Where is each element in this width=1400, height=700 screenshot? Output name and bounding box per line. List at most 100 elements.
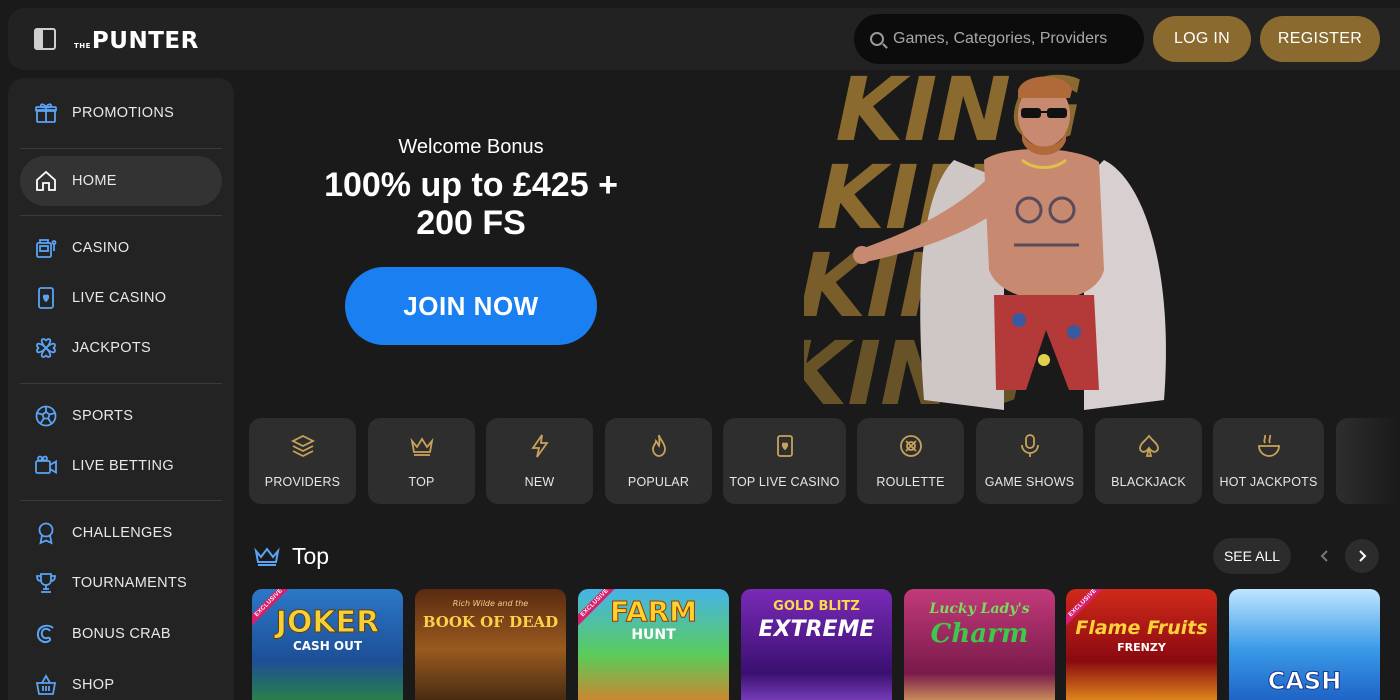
logo-small-text: THE [74,42,91,50]
lightning-icon [527,433,553,459]
divider [20,215,222,216]
game-tile-book-of-dead[interactable]: Rich Wilde and the BOOK OF DEAD [415,589,566,700]
hero-subtitle: Welcome Bonus [398,136,544,158]
category-top[interactable]: TOP [368,418,475,504]
roulette-icon [898,433,924,459]
game-tile-lucky-ladys-charm[interactable]: Lucky Lady's Charm [904,589,1055,700]
category-strip: PROVIDERS TOP NEW POPULAR TOP LIVE CASIN… [249,418,1400,504]
sidebar-toggle-icon[interactable] [34,28,56,50]
game-tile-subtitle: GOLD BLITZ [773,599,860,614]
sidebar-item-label: PROMOTIONS [72,105,175,121]
hero-title-line-2: 200 FS [416,204,526,242]
category-label: PROVIDERS [264,475,341,489]
site-logo[interactable]: THE PUNTER [74,24,199,54]
crown-icon [254,543,280,569]
hot-pot-icon [1256,433,1282,459]
sidebar-item-label: LIVE BETTING [72,458,174,474]
top-header: THE PUNTER LOG IN REGISTER [8,8,1400,70]
game-tile-flame-fruits-frenzy[interactable]: EXCLUSIVE Flame Fruits FRENZY [1066,589,1217,700]
hero-character-illustration: KING KING KING KING [804,70,1166,410]
divider [20,148,222,149]
category-popular[interactable]: POPULAR [605,418,712,504]
game-tile-joker[interactable]: EXCLUSIVE JOKER CASH OUT [252,589,403,700]
join-now-button[interactable]: JOIN NOW [345,267,597,345]
category-label: GAME SHOWS [984,475,1075,489]
sidebar-item-label: SPORTS [72,408,134,424]
sidebar-item-promotions[interactable]: PROMOTIONS [20,88,222,138]
login-button[interactable]: LOG IN [1153,16,1251,62]
divider [20,383,222,384]
sidebar-item-bonus-crab[interactable]: BONUS CRAB [20,609,222,659]
category-label: NEW [524,475,555,489]
category-overflow-fade [1336,418,1400,504]
sidebar-item-label: TOURNAMENTS [72,575,188,591]
category-game-shows[interactable]: GAME SHOWS [976,418,1083,504]
logo-main-text: PUNTER [91,28,199,54]
section-title: Top [292,542,330,569]
sidebar-item-label: BONUS CRAB [72,626,171,642]
game-tile-subtitle: FRENZY [1117,641,1166,654]
game-tile-cash-grab[interactable]: CASH [1229,589,1380,700]
category-hot-jackpots[interactable]: HOT JACKPOTS [1213,418,1324,504]
category-label: POPULAR [627,475,690,489]
carousel-next-button[interactable] [1345,539,1379,573]
sidebar-item-live-casino[interactable]: LIVE CASINO [20,273,222,323]
register-button[interactable]: REGISTER [1260,16,1380,62]
sidebar-item-casino[interactable]: CASINO [20,223,222,273]
crab-claw-icon [34,622,58,646]
category-roulette[interactable]: ROULETTE [857,418,964,504]
sidebar-item-jackpots[interactable]: JACKPOTS [20,323,222,373]
sidebar: PROMOTIONS HOME CASINO LIVE CASINO JACKP… [8,78,234,700]
sidebar-item-challenges[interactable]: CHALLENGES [20,508,222,558]
sidebar-item-shop[interactable]: SHOP [20,660,222,700]
game-tile-title: CASH [1267,667,1342,696]
slot-machine-icon [34,236,58,260]
game-tile-subtitle: HUNT [631,627,676,643]
category-blackjack[interactable]: BLACKJACK [1095,418,1202,504]
sidebar-item-label: HOME [72,173,117,189]
game-tile-title: BOOK OF DEAD [422,613,559,631]
game-tile-title: JOKER [275,605,380,641]
category-label: HOT JACKPOTS [1219,475,1318,489]
hero-title-line-1: 100% up to £425 + [324,166,618,204]
game-tile-subtitle: CASH OUT [292,639,363,653]
sidebar-item-sports[interactable]: SPORTS [20,391,222,441]
game-tile-title: Charm [930,619,1029,649]
sidebar-item-home[interactable]: HOME [20,156,222,206]
playing-card-icon [772,433,798,459]
game-tile-farm-hunt[interactable]: EXCLUSIVE FARM HUNT [578,589,729,700]
category-label: TOP [408,475,435,489]
see-all-button[interactable]: SEE ALL [1213,538,1291,574]
chevron-left-icon [1320,550,1328,562]
game-tile-subtitle: Rich Wilde and the [452,599,529,608]
medal-icon [34,521,58,545]
microphone-icon [1017,433,1043,459]
category-new[interactable]: NEW [486,418,593,504]
category-providers[interactable]: PROVIDERS [249,418,356,504]
spade-icon [1136,433,1162,459]
carousel-prev-button[interactable] [1308,539,1342,573]
sidebar-item-tournaments[interactable]: TOURNAMENTS [20,558,222,608]
playing-card-icon [34,286,58,310]
category-label: TOP LIVE CASINO [729,475,840,489]
hero-title: 100% up to £425 + 200 FS [234,166,708,242]
search-bar[interactable] [854,14,1144,64]
sidebar-item-label: LIVE CASINO [72,290,167,306]
sidebar-item-live-betting[interactable]: LIVE BETTING [20,441,222,491]
search-input[interactable] [893,30,1113,48]
sidebar-item-label: CHALLENGES [72,525,173,541]
video-camera-icon [34,454,58,478]
category-label: ROULETTE [876,475,945,489]
sidebar-item-label: SHOP [72,677,115,693]
game-tile-gold-blitz-extreme[interactable]: GOLD BLITZ EXTREME [741,589,892,700]
game-tile-title: EXTREME [758,617,875,642]
basket-icon [34,673,58,697]
game-tile-title: FARM [609,595,697,629]
soccer-ball-icon [34,404,58,428]
sidebar-item-label: CASINO [72,240,130,256]
category-top-live-casino[interactable]: TOP LIVE CASINO [723,418,846,504]
search-icon [870,32,884,46]
home-icon [34,169,58,193]
game-tile-title: Flame Fruits [1075,617,1208,639]
sidebar-item-label: JACKPOTS [72,340,151,356]
